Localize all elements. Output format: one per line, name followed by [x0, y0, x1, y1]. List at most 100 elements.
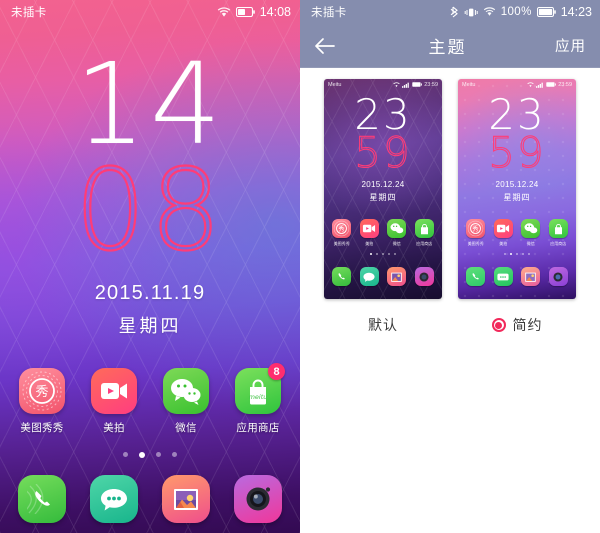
meitu-xiuxiu-icon: 秀 [466, 219, 486, 238]
wifi-icon [393, 81, 400, 88]
meitu-xiuxiu-icon: 秀 [332, 219, 352, 238]
preview-dock-row [324, 267, 442, 286]
lockscreen-clock: 14 08 [0, 49, 300, 276]
wechat-icon [387, 219, 407, 238]
vibrate-icon [464, 7, 478, 18]
wifi-icon [483, 7, 496, 17]
gallery-icon[interactable] [162, 475, 210, 523]
preview-dock-row [458, 267, 576, 286]
radio-inner-dot [495, 321, 502, 329]
app-label: 微信 [175, 422, 197, 434]
preview-status-bar: Meitu 23:59 [458, 79, 576, 90]
apply-button[interactable]: 应用 [555, 35, 586, 56]
app-item-app-store[interactable]: meitu 8 应用商店 [227, 363, 289, 435]
signal-icon [402, 82, 410, 88]
phone-icon [466, 267, 486, 286]
page-indicator [0, 452, 300, 458]
preview-app-meipai: 美拍 [491, 219, 515, 247]
status-time: 14:23 [560, 5, 592, 19]
theme-list: Meitu 23:59 23 59 2015.12.24 星期四 秀 美图秀秀 … [300, 68, 600, 533]
battery-percent-label: 100% [500, 6, 532, 18]
preview-clock: 23 59 [324, 94, 442, 177]
page-dot[interactable] [156, 452, 161, 457]
theme-caption[interactable]: 简约 [458, 315, 576, 335]
page-dot [382, 253, 384, 255]
page-dot[interactable] [123, 452, 128, 457]
wifi-icon [217, 6, 231, 18]
bluetooth-icon [450, 6, 459, 18]
preview-time: 23:59 [424, 81, 438, 88]
preview-app-meitu: 秀 美图秀秀 [330, 219, 354, 247]
wechat-icon[interactable] [163, 368, 209, 414]
theme-preview-thumbnail[interactable]: Meitu 23:59 23 59 2015.12.24 星期四 秀 美图秀秀 … [458, 79, 576, 299]
preview-clock-minute: 59 [354, 127, 412, 177]
battery-icon [235, 6, 255, 18]
svg-text:秀: 秀 [339, 225, 345, 233]
camera-icon [548, 267, 568, 286]
phone-icon[interactable] [18, 475, 66, 523]
dock-row [0, 475, 300, 523]
theme-item-default[interactable]: Meitu 23:59 23 59 2015.12.24 星期四 秀 美图秀秀 … [324, 79, 442, 335]
app-store-icon [414, 219, 434, 238]
preview-date: 2015.12.24 [495, 179, 539, 189]
theme-radio-selected[interactable] [491, 318, 506, 332]
theme-settings-panel: 未插卡 100% 14:23 主题 应用 Meitu 23:59 23 59 2… [300, 0, 600, 533]
page-dot [388, 253, 390, 255]
preview-dock-camera [412, 267, 436, 286]
page-dot [522, 253, 524, 255]
dock-item-camera[interactable] [227, 475, 289, 523]
gallery-icon [387, 267, 407, 286]
preview-app-wechat: 微信 [519, 219, 543, 247]
wechat-icon [521, 219, 541, 238]
battery-icon [546, 82, 557, 87]
preview-app-label: 美图秀秀 [467, 241, 484, 246]
theme-name-label: 简约 [512, 317, 543, 333]
preview-weekday: 星期四 [369, 192, 397, 202]
carrier-label: 未插卡 [311, 7, 347, 19]
meitu-xiuxiu-icon[interactable]: 秀 [19, 368, 65, 414]
lockscreen-date: 2015.11.19 [94, 281, 206, 304]
svg-text:秀: 秀 [35, 385, 48, 400]
meipai-video-icon [359, 219, 379, 238]
preview-app-label: 应用商店 [550, 241, 567, 246]
page-title: 主题 [428, 38, 467, 57]
camera-icon [414, 267, 434, 286]
status-bar: 未插卡 14:08 [0, 0, 300, 24]
preview-app-label: 微信 [526, 241, 535, 246]
preview-app-row: 秀 美图秀秀 美拍 微信 应用商店 [458, 219, 576, 247]
preview-dock-gallery [519, 267, 543, 286]
preview-brand-label: Meitu [328, 81, 342, 88]
meipai-video-icon [493, 219, 513, 238]
theme-preview-thumbnail[interactable]: Meitu 23:59 23 59 2015.12.24 星期四 秀 美图秀秀 … [324, 79, 442, 299]
theme-item-simple[interactable]: Meitu 23:59 23 59 2015.12.24 星期四 秀 美图秀秀 … [458, 79, 576, 335]
preview-app-label: 微信 [392, 241, 401, 246]
wifi-icon [527, 81, 534, 88]
dock-item-phone[interactable] [11, 475, 73, 523]
app-label: 美图秀秀 [20, 422, 64, 434]
signal-icon [536, 82, 544, 88]
app-item-wechat[interactable]: 微信 [155, 368, 217, 435]
preview-app-meitu: 秀 美图秀秀 [464, 219, 488, 247]
theme-caption[interactable]: 默认 [324, 315, 442, 335]
battery-icon [536, 6, 556, 18]
messages-icon[interactable] [90, 475, 138, 523]
preview-app-meipai: 美拍 [357, 219, 381, 247]
camera-icon[interactable] [234, 475, 282, 523]
page-dot[interactable] [172, 452, 177, 457]
lockscreen-weekday: 星期四 [118, 315, 182, 336]
dock-item-messages[interactable] [83, 475, 145, 523]
back-arrow-icon[interactable] [314, 34, 340, 58]
preview-dock-phone [330, 267, 354, 286]
app-item-meitu-xiuxiu[interactable]: 秀 美图秀秀 [11, 368, 73, 435]
preview-page-indicator [324, 253, 442, 255]
page-dot-active[interactable] [139, 452, 145, 458]
preview-clock-minute: 59 [488, 127, 546, 177]
home-app-row: 秀 美图秀秀 美拍 微信 meitu 8 应用商店 [0, 363, 300, 435]
meipai-video-icon[interactable] [91, 368, 137, 414]
dock-item-gallery[interactable] [155, 475, 217, 523]
preview-app-label: 美拍 [499, 241, 508, 246]
clock-minute: 08 [74, 145, 226, 276]
theme-name-label: 默认 [368, 317, 398, 333]
phone-icon [332, 267, 352, 286]
app-item-meipai[interactable]: 美拍 [83, 368, 145, 435]
